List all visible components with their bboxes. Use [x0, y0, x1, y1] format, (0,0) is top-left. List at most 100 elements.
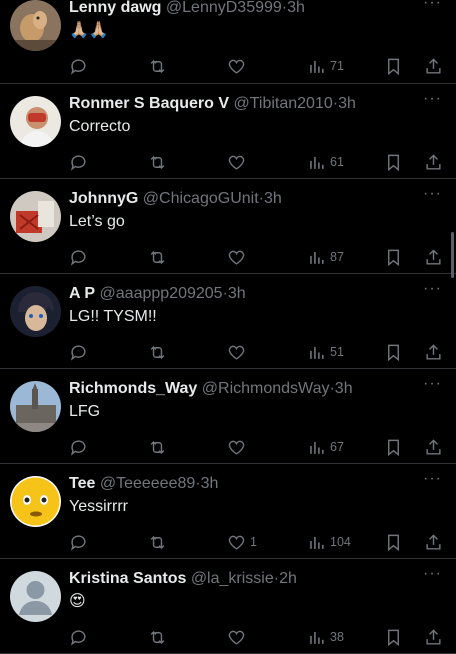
- timestamp[interactable]: 3h: [335, 380, 353, 397]
- display-name[interactable]: A P: [69, 285, 95, 302]
- timestamp[interactable]: 3h: [201, 475, 219, 492]
- display-name[interactable]: Richmonds_Way: [69, 380, 197, 397]
- display-name[interactable]: Ronmer S Baquero V: [69, 95, 229, 112]
- views-button[interactable]: 61: [307, 151, 344, 173]
- analytics-icon: [310, 631, 324, 644]
- bookmark-button[interactable]: [384, 246, 403, 268]
- like-button[interactable]: [227, 151, 250, 173]
- tweet-text: 🙏🏼🙏🏼: [69, 22, 109, 39]
- retweet-icon: [150, 345, 165, 359]
- retweet-button[interactable]: [148, 55, 167, 77]
- like-button[interactable]: 1: [227, 531, 257, 553]
- bookmark-button[interactable]: [384, 436, 403, 458]
- scrollbar[interactable]: [451, 232, 454, 278]
- share-button[interactable]: [424, 151, 443, 173]
- like-button[interactable]: [227, 55, 250, 77]
- reply-button[interactable]: [69, 626, 88, 648]
- user-handle[interactable]: @ChicagoGUnit: [143, 190, 259, 207]
- more-options-icon[interactable]: ···: [423, 565, 442, 583]
- analytics-icon: [310, 536, 324, 549]
- display-name[interactable]: Lenny dawg: [69, 0, 161, 16]
- tweet[interactable]: Ronmer S Baquero V @Tibitan2010·3h ··· C…: [0, 84, 456, 179]
- more-options-icon[interactable]: ···: [423, 470, 442, 488]
- bookmark-button[interactable]: [384, 626, 403, 648]
- display-name[interactable]: Kristina Santos: [69, 570, 186, 587]
- timestamp[interactable]: 2h: [279, 570, 297, 587]
- user-handle[interactable]: @RichmondsWay: [202, 380, 330, 397]
- reply-button[interactable]: [69, 246, 88, 268]
- tweet[interactable]: Lenny dawg @LennyD35999·3h ··· 🙏🏼🙏🏼 71: [0, 0, 456, 84]
- views-button[interactable]: 104: [307, 531, 351, 553]
- user-handle[interactable]: @aaappp209205: [100, 285, 223, 302]
- user-handle[interactable]: @la_krissie: [191, 570, 274, 587]
- avatar[interactable]: [10, 286, 61, 337]
- retweet-button[interactable]: [148, 246, 167, 268]
- tweet[interactable]: JohnnyG @ChicagoGUnit·3h ··· Let’s go 87: [0, 179, 456, 274]
- tweet[interactable]: Richmonds_Way @RichmondsWay·3h ··· LFG 6…: [0, 369, 456, 464]
- share-button[interactable]: [424, 436, 443, 458]
- tweet[interactable]: Tee @Teeeeee89·3h ··· Yessirrrr 1 104: [0, 464, 456, 559]
- more-options-icon[interactable]: ···: [423, 90, 442, 108]
- like-button[interactable]: [227, 436, 250, 458]
- timestamp[interactable]: 3h: [338, 95, 356, 112]
- bookmark-icon: [388, 58, 399, 75]
- tweet-actions: 67: [69, 436, 445, 458]
- share-button[interactable]: [424, 531, 443, 553]
- more-options-icon[interactable]: ···: [423, 0, 442, 12]
- retweet-button[interactable]: [148, 151, 167, 173]
- display-name[interactable]: JohnnyG: [69, 190, 138, 207]
- avatar[interactable]: [10, 381, 61, 432]
- avatar[interactable]: [10, 571, 61, 622]
- like-button[interactable]: [227, 246, 250, 268]
- reply-icon: [70, 439, 86, 456]
- analytics-icon: [310, 346, 324, 359]
- views-button[interactable]: 38: [307, 626, 344, 648]
- share-button[interactable]: [424, 246, 443, 268]
- retweet-button[interactable]: [148, 531, 167, 553]
- user-handle[interactable]: @Tibitan2010: [233, 95, 332, 112]
- retweet-button[interactable]: [148, 341, 167, 363]
- timestamp[interactable]: 3h: [264, 190, 282, 207]
- display-name[interactable]: Tee: [69, 475, 95, 492]
- views-button[interactable]: 51: [307, 341, 344, 363]
- reply-button[interactable]: [69, 531, 88, 553]
- views-button[interactable]: 87: [307, 246, 344, 268]
- share-icon: [426, 628, 441, 645]
- bookmark-button[interactable]: [384, 341, 403, 363]
- tweet[interactable]: A P @aaappp209205·3h ··· LG!! TYSM!! 51: [0, 274, 456, 369]
- reply-button[interactable]: [69, 436, 88, 458]
- user-handle[interactable]: @Teeeeee89: [100, 475, 195, 492]
- bookmark-button[interactable]: [384, 55, 403, 77]
- share-button[interactable]: [424, 55, 443, 77]
- views-count: 51: [330, 345, 344, 359]
- views-button[interactable]: 67: [307, 436, 344, 458]
- share-button[interactable]: [424, 341, 443, 363]
- timeline-feed: Lenny dawg @LennyD35999·3h ··· 🙏🏼🙏🏼 71 R…: [0, 0, 456, 654]
- avatar[interactable]: [10, 96, 61, 147]
- user-handle[interactable]: @LennyD35999: [166, 0, 282, 16]
- reply-button[interactable]: [69, 341, 88, 363]
- timestamp[interactable]: 3h: [287, 0, 305, 16]
- bookmark-button[interactable]: [384, 531, 403, 553]
- bookmark-button[interactable]: [384, 151, 403, 173]
- like-button[interactable]: [227, 341, 250, 363]
- reply-button[interactable]: [69, 151, 88, 173]
- more-options-icon[interactable]: ···: [423, 375, 442, 393]
- retweet-button[interactable]: [148, 436, 167, 458]
- retweet-icon: [150, 630, 165, 644]
- share-button[interactable]: [424, 626, 443, 648]
- more-options-icon[interactable]: ···: [423, 185, 442, 203]
- analytics-icon: [310, 441, 324, 454]
- heart-icon: [228, 630, 245, 645]
- reply-icon: [70, 58, 86, 75]
- like-button[interactable]: [227, 626, 250, 648]
- tweet[interactable]: Kristina Santos @la_krissie·2h ··· 😍 38: [0, 559, 456, 654]
- avatar[interactable]: [10, 0, 61, 51]
- views-button[interactable]: 71: [307, 55, 344, 77]
- avatar[interactable]: [10, 191, 61, 242]
- avatar[interactable]: [10, 476, 61, 527]
- more-options-icon[interactable]: ···: [423, 280, 442, 298]
- reply-button[interactable]: [69, 55, 88, 77]
- timestamp[interactable]: 3h: [228, 285, 246, 302]
- retweet-button[interactable]: [148, 626, 167, 648]
